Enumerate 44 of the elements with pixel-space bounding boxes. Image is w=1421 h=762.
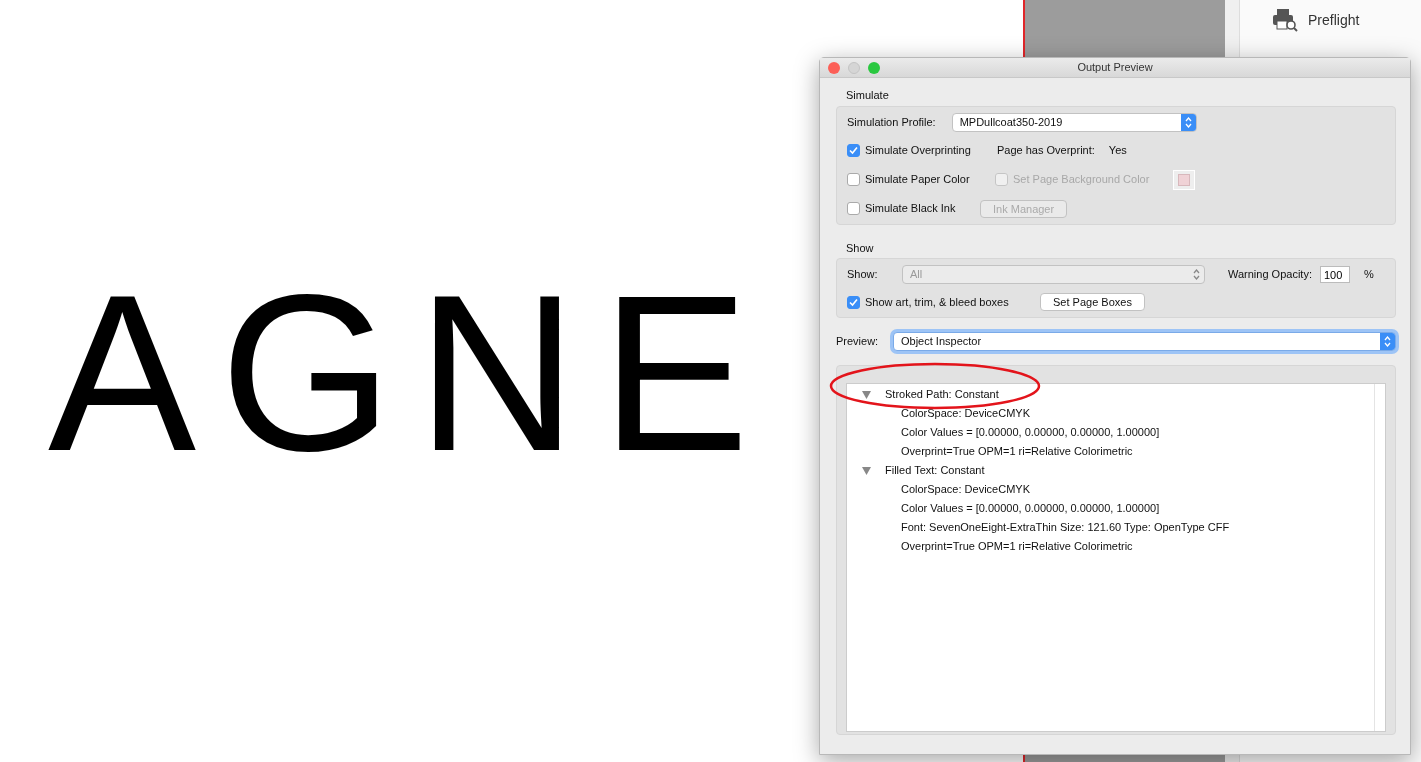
field-value: Yes [1108,143,1127,159]
checkbox[interactable] [847,202,860,215]
checkbox-label: Simulate Black Ink [865,201,956,217]
checkbox[interactable] [847,173,860,186]
checkbox[interactable] [847,144,860,157]
zoom-button[interactable] [868,61,880,74]
disclosure-triangle[interactable] [861,390,871,399]
stepper-icon [1384,336,1391,347]
disclosure-triangle[interactable] [861,466,871,475]
opacity-field[interactable]: 100 [1319,266,1350,283]
tree-item: Overprint=True OPM=1 ri=Relative Colorimetric [901,539,1133,555]
color-swatch[interactable] [1173,169,1195,190]
section-heading: Simulate [846,88,890,103]
field-label: Preview: [836,334,880,350]
checkbox-label: Show art, trim, & bleed boxes [865,294,1009,310]
tree-item: Color Values = [0.00000, 0.00000, 0.00000, 1.00000] [901,425,1160,441]
checkbox-label: Simulate Paper Color [865,172,970,188]
profile-select[interactable]: MPDullcoat350-2019 [951,112,1197,132]
tree-item: ColorSpace: DeviceCMYK [901,406,1030,422]
section-heading: Show [846,240,875,256]
side-item-label[interactable]: Preflight [1308,9,1360,31]
unit-label: % [1363,267,1374,283]
tree-item[interactable]: Stroked Path: Constant [885,386,999,403]
close-button[interactable] [828,61,840,74]
stepper-icon [1193,269,1200,280]
window-title: Output Preview [1077,61,1153,74]
set-page-boxes-button[interactable]: Set Page Boxes [1040,293,1145,311]
tree-item: Color Values = [0.00000, 0.00000, 0.00000, 1.00000] [901,501,1160,517]
preview-select[interactable]: Object Inspector [893,332,1396,351]
document-text: AGNE [48,262,774,484]
field-label: Warning Opacity: [1228,267,1312,283]
checkbox[interactable] [847,295,860,309]
tree-item: ColorSpace: DeviceCMYK [901,482,1030,498]
checkbox-label: Set Page Background Color [1013,172,1150,188]
field-label: Page has Overprint: [997,143,1095,159]
tree-item[interactable]: Filled Text: Constant [885,462,985,479]
field-label: Show: [847,267,879,283]
tree-item: Font: SevenOneEight-ExtraThin Size: 121.60 Type: OpenType CFF [901,520,1230,536]
field-label: Simulation Profile: [847,114,936,130]
printer-icon[interactable] [1272,8,1298,32]
tree-item: Overprint=True OPM=1 ri=Relative Colorimetric [901,444,1133,460]
checkbox-label: Simulate Overprinting [865,143,971,159]
stepper-icon [1184,116,1192,128]
minimize-button[interactable] [848,61,860,74]
